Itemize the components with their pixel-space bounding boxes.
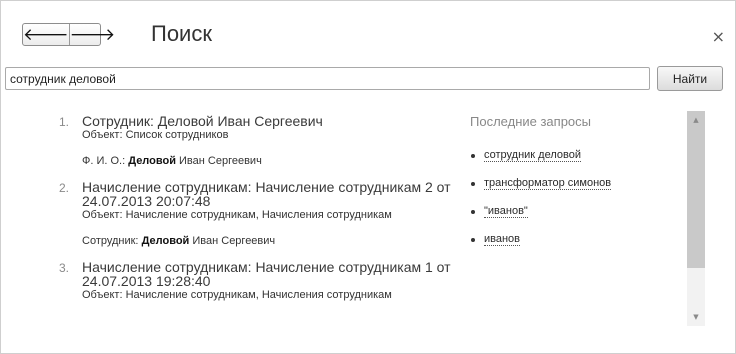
result-title-link[interactable]: Начисление сотрудникам: Начисление сотру… — [82, 180, 467, 208]
recent-queries: Последние запросы сотрудник деловой тран… — [470, 114, 670, 261]
recent-scrollbar[interactable]: ▲ ▼ — [687, 111, 705, 326]
recent-query-item: сотрудник деловой — [470, 149, 670, 177]
recent-query-item: трансформатор симонов — [470, 177, 670, 205]
recent-query-link[interactable]: сотрудник деловой — [484, 149, 581, 162]
search-input[interactable] — [5, 67, 650, 90]
recent-query-item: "иванов" — [470, 205, 670, 233]
result-field-label: Сотрудник: — [82, 235, 142, 247]
left-arrow-icon: 🡐 — [23, 24, 69, 45]
result-field-rest: Иван Сергеевич — [175, 155, 262, 167]
recent-query-item: иванов — [470, 233, 670, 261]
result-object: Объект: Начисление сотрудникам, Начислен… — [82, 209, 392, 221]
page-title: Поиск — [151, 21, 212, 46]
result-title-link[interactable]: Начисление сотрудникам: Начисление сотру… — [82, 260, 467, 288]
close-icon: × — [711, 27, 725, 46]
result-object: Объект: Список сотрудников — [82, 129, 229, 141]
scroll-thumb[interactable] — [687, 111, 705, 268]
result-title-link[interactable]: Сотрудник: Деловой Иван Сергеевич — [82, 114, 467, 128]
result-field-match: Деловой — [128, 155, 176, 167]
result-number: 1. — [58, 115, 69, 129]
result-item: 3. Начисление сотрудникам: Начисление со… — [51, 260, 451, 301]
back-button[interactable]: 🡐 — [23, 24, 69, 45]
result-field-rest: Иван Сергеевич — [189, 235, 276, 247]
result-match-field: Сотрудник: Деловой Иван Сергеевич — [82, 235, 451, 247]
history-nav: 🡐 🡒 — [22, 23, 115, 46]
recent-query-link[interactable]: "иванов" — [484, 205, 528, 218]
result-field-label: Ф. И. О.: — [82, 155, 129, 167]
scroll-up-arrow-icon[interactable]: ▲ — [687, 113, 705, 127]
recent-query-link[interactable]: иванов — [484, 233, 521, 246]
right-arrow-icon: 🡒 — [69, 24, 116, 45]
forward-button[interactable]: 🡒 — [68, 24, 116, 45]
result-match-field: Ф. И. О.: Деловой Иван Сергеевич — [82, 155, 451, 167]
search-results: 1. Сотрудник: Деловой Иван Сергеевич Объ… — [51, 114, 451, 314]
find-button[interactable]: Найти — [657, 66, 723, 91]
result-number: 2. — [58, 181, 69, 195]
result-item: 2. Начисление сотрудникам: Начисление со… — [51, 180, 451, 247]
result-number: 3. — [58, 261, 69, 275]
close-button[interactable]: × — [712, 27, 725, 46]
recent-queries-title: Последние запросы — [470, 114, 592, 129]
result-field-match: Деловой — [141, 235, 190, 247]
result-object: Объект: Начисление сотрудникам, Начислен… — [82, 289, 392, 301]
scroll-down-arrow-icon[interactable]: ▼ — [687, 310, 705, 324]
result-item: 1. Сотрудник: Деловой Иван Сергеевич Объ… — [51, 114, 451, 167]
recent-query-link[interactable]: трансформатор симонов — [484, 177, 612, 190]
search-window: 🡐 🡒 Поиск × Найти 1. Сотрудник: Деловой … — [0, 0, 736, 354]
recent-queries-list: сотрудник деловой трансформатор симонов … — [470, 149, 670, 261]
